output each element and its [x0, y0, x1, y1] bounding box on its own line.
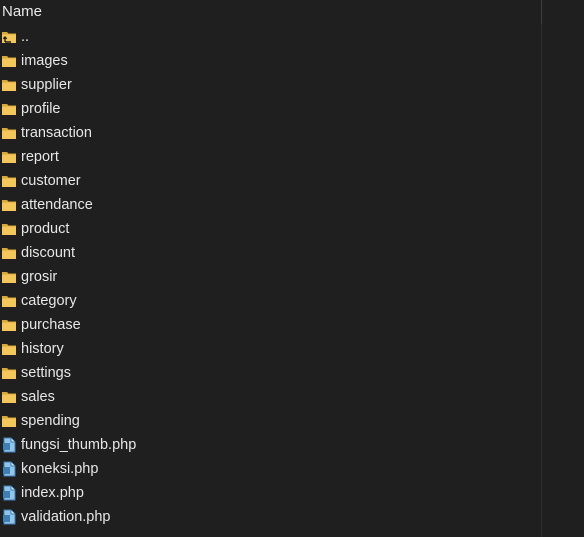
- item-name: category: [21, 293, 77, 309]
- item-name: profile: [21, 101, 61, 117]
- folder-icon: [1, 389, 17, 405]
- folder-icon: [1, 197, 17, 213]
- folder-row[interactable]: sales: [0, 385, 540, 409]
- folder-icon: [1, 365, 17, 381]
- item-name: validation.php: [21, 509, 111, 525]
- folder-icon: [1, 101, 17, 117]
- folder-icon: [1, 245, 17, 261]
- folder-row[interactable]: spending: [0, 409, 540, 433]
- item-name: fungsi_thumb.php: [21, 437, 137, 453]
- folder-icon: [1, 125, 17, 141]
- item-name: index.php: [21, 485, 84, 501]
- folder-icon: [1, 149, 17, 165]
- item-name: spending: [21, 413, 80, 429]
- item-name: grosir: [21, 269, 58, 285]
- item-name: ..: [21, 29, 30, 45]
- folder-row[interactable]: customer: [0, 169, 540, 193]
- folder-icon: [1, 53, 17, 69]
- folder-row[interactable]: grosir: [0, 265, 540, 289]
- file-row[interactable]: validation.php: [0, 505, 540, 529]
- item-name: koneksi.php: [21, 461, 99, 477]
- file-list-pane: Name .. images supplier profile transaction r…: [0, 0, 584, 537]
- item-name: purchase: [21, 317, 81, 333]
- folder-icon: [1, 269, 17, 285]
- folder-row[interactable]: attendance: [0, 193, 540, 217]
- folder-row[interactable]: supplier: [0, 73, 540, 97]
- column-header-label: Name: [2, 3, 43, 20]
- folder-row[interactable]: discount: [0, 241, 540, 265]
- folder-icon: [1, 317, 17, 333]
- folder-icon: [1, 221, 17, 237]
- folder-row[interactable]: settings: [0, 361, 540, 385]
- file-row[interactable]: fungsi_thumb.php: [0, 433, 540, 457]
- item-name: discount: [21, 245, 76, 261]
- file-list: .. images supplier profile transaction report…: [0, 25, 540, 529]
- folder-row[interactable]: transaction: [0, 121, 540, 145]
- folder-row[interactable]: images: [0, 49, 540, 73]
- item-name: history: [21, 341, 64, 357]
- folder-row[interactable]: product: [0, 217, 540, 241]
- folder-icon: [1, 293, 17, 309]
- folder-icon: [1, 173, 17, 189]
- item-name: report: [21, 149, 59, 165]
- php-file-icon: [1, 437, 17, 453]
- column-header-name[interactable]: Name: [0, 0, 542, 24]
- folder-row[interactable]: history: [0, 337, 540, 361]
- item-name: images: [21, 53, 68, 69]
- php-file-icon: [1, 485, 17, 501]
- folder-row[interactable]: ..: [0, 25, 540, 49]
- item-name: customer: [21, 173, 81, 189]
- item-name: sales: [21, 389, 55, 405]
- parent-folder-icon: [1, 29, 17, 45]
- folder-row[interactable]: purchase: [0, 313, 540, 337]
- folder-icon: [1, 341, 17, 357]
- folder-icon: [1, 77, 17, 93]
- file-row[interactable]: index.php: [0, 481, 540, 505]
- php-file-icon: [1, 461, 17, 477]
- folder-row[interactable]: category: [0, 289, 540, 313]
- item-name: settings: [21, 365, 71, 381]
- item-name: transaction: [21, 125, 92, 141]
- folder-row[interactable]: report: [0, 145, 540, 169]
- column-divider[interactable]: [541, 24, 542, 537]
- folder-icon: [1, 413, 17, 429]
- folder-row[interactable]: profile: [0, 97, 540, 121]
- item-name: supplier: [21, 77, 72, 93]
- php-file-icon: [1, 509, 17, 525]
- file-row[interactable]: koneksi.php: [0, 457, 540, 481]
- item-name: product: [21, 221, 70, 237]
- item-name: attendance: [21, 197, 93, 213]
